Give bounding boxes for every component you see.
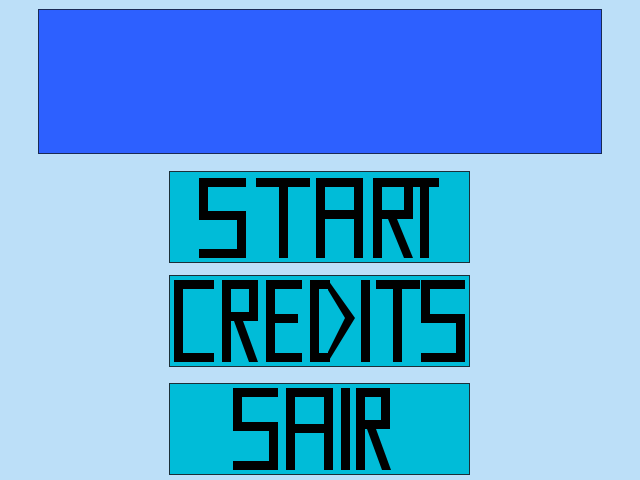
title-banner-panel (38, 9, 602, 154)
credits-button-lettering (174, 280, 465, 362)
credits-button[interactable]: CREDITS (169, 275, 470, 367)
start-button[interactable]: START (169, 171, 470, 263)
sair-button-lettering (233, 388, 391, 470)
start-button-lettering (199, 178, 439, 258)
sair-button[interactable]: SAIR (169, 383, 470, 475)
